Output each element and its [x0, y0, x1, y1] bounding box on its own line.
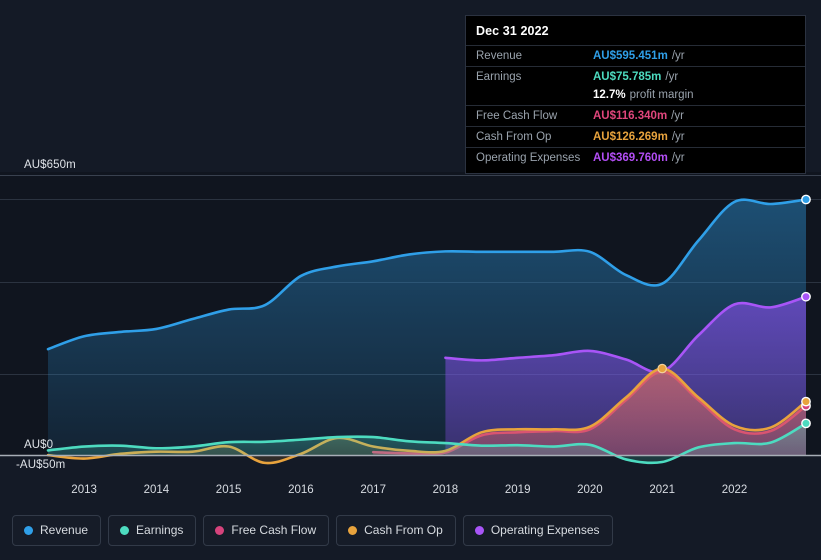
tooltip-row-value: AU$75.785m	[593, 71, 662, 83]
tooltip-date: Dec 31 2022	[476, 24, 549, 38]
tooltip-row-key: Revenue	[476, 50, 523, 62]
endpoint-marker[interactable]	[801, 418, 811, 429]
legend-item-operating-expenses[interactable]: Operating Expenses	[462, 515, 613, 546]
tooltip-row-unit: /yr	[671, 131, 685, 143]
legend-item-earnings[interactable]: Earnings	[108, 515, 197, 546]
tooltip-row-value-wrap: AU$116.340m/yr	[593, 109, 684, 123]
x-axis-tick-2022: 2022	[721, 484, 748, 496]
tooltip-row-value: AU$595.451m	[593, 50, 668, 62]
tooltip-row-key: Operating Expenses	[476, 152, 581, 164]
y-axis-zero-label: AU$0	[24, 439, 54, 451]
legend-color-dot-icon	[348, 526, 358, 535]
legend-item-label: Earnings	[136, 523, 184, 537]
tooltip-row-value-wrap: AU$126.269m/yr	[593, 130, 685, 144]
x-axis-tick-2021: 2021	[649, 484, 675, 496]
tooltip-row-unit: /yr	[671, 50, 685, 62]
legend-color-dot-icon	[120, 526, 130, 535]
x-axis-tick-2016: 2016	[288, 484, 314, 496]
legend-item-cash-from-op[interactable]: Cash From Op	[336, 515, 456, 546]
legend-item-label: Cash From Op	[364, 523, 443, 537]
tooltip-row-value-wrap: AU$595.451m/yr	[593, 49, 685, 63]
x-axis-tick-2013: 2013	[71, 484, 97, 496]
tooltip-row-value-wrap: AU$369.760m/yr	[593, 151, 685, 165]
tooltip-row-unit: /yr	[671, 110, 684, 122]
data-tooltip: Dec 31 2022 Revenue AU$595.451m/yr Earning…	[465, 15, 806, 174]
tooltip-row-unit: /yr	[671, 152, 685, 164]
tooltip-row-profit-margin: 12.7% profit margin	[466, 87, 805, 105]
legend-item-revenue[interactable]: Revenue	[12, 515, 102, 546]
x-axis-tick-2015: 2015	[215, 484, 242, 496]
tooltip-row-unit: /yr	[665, 71, 679, 83]
endpoint-marker[interactable]	[801, 396, 811, 407]
legend-item-label: Operating Expenses	[490, 523, 600, 537]
tooltip-row-earnings: Earnings AU$75.785m/yr	[466, 66, 805, 87]
profit-margin-label: profit margin	[629, 89, 694, 101]
x-axis-tick-2018: 2018	[432, 484, 459, 496]
tooltip-row-revenue: Revenue AU$595.451m/yr	[466, 45, 805, 66]
endpoint-marker[interactable]	[801, 194, 811, 205]
legend-item-label: Free Cash Flow	[231, 523, 317, 537]
tooltip-row-value: AU$116.340m	[593, 110, 668, 122]
profit-margin-wrap: 12.7% profit margin	[593, 88, 694, 102]
tooltip-row-cash-from-op: Cash From Op AU$126.269m/yr	[466, 126, 805, 147]
x-axis-labels: 2013 2014 2015 2016 2017 2018 2019 2020 2021 2022	[0, 484, 821, 502]
legend-color-dot-icon	[24, 526, 33, 535]
x-axis-tick-2017: 2017	[360, 484, 386, 496]
tooltip-row-value: AU$126.269m	[593, 131, 668, 143]
peak-marker[interactable]	[657, 363, 667, 374]
x-axis-tick-2019: 2019	[504, 484, 531, 496]
tooltip-row-free-cash-flow: Free Cash Flow AU$116.340m/yr	[466, 105, 805, 126]
x-axis-tick-2020: 2020	[577, 484, 603, 496]
y-axis-min-label: -AU$50m	[16, 459, 66, 471]
chart-page: AU$650m AU$0 -AU$50m 2013 2014 2015 2016 201…	[0, 0, 821, 560]
profit-margin-value: 12.7%	[593, 89, 626, 101]
tooltip-row-operating-expenses: Operating Expenses AU$369.760m/yr	[466, 147, 805, 168]
tooltip-row-key: Free Cash Flow	[476, 110, 558, 122]
endpoint-marker[interactable]	[801, 291, 811, 302]
legend-item-label: Revenue	[40, 523, 89, 537]
tooltip-row-value: AU$369.760m	[593, 152, 668, 164]
tooltip-rows: Revenue AU$595.451m/yr Earnings AU$75.785m /…	[466, 45, 805, 168]
tooltip-row-key: Earnings	[476, 71, 522, 83]
y-axis-max-label: AU$650m	[24, 159, 76, 171]
legend-color-dot-icon	[474, 526, 484, 535]
tooltip-row-key: Cash From Op	[476, 131, 552, 143]
x-axis-tick-2014: 2014	[143, 484, 170, 496]
chart-legend[interactable]: Revenue Earnings Free Cash Flow Cash From O…	[12, 515, 613, 546]
legend-item-free-cash-flow[interactable]: Free Cash Flow	[203, 515, 330, 546]
tooltip-row-value-wrap: AU$75.785m/yr	[593, 70, 678, 84]
legend-color-dot-icon	[215, 526, 225, 535]
